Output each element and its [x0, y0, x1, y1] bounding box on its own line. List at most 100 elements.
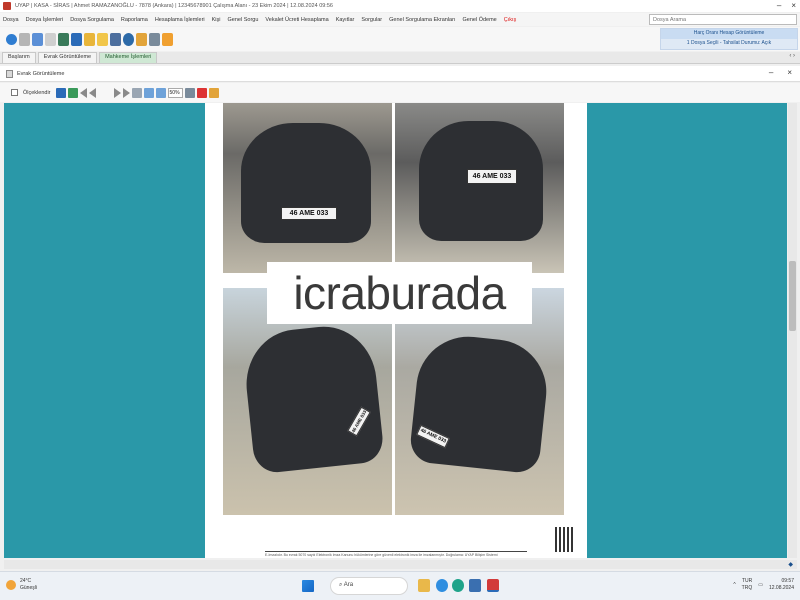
- tab-scroll-arrows[interactable]: ‹ ›: [789, 53, 795, 59]
- footer-divider: [265, 551, 527, 552]
- scroll-right-icon[interactable]: ◆: [788, 561, 793, 568]
- menu-item-genel-sorgu[interactable]: Genel Sorgu: [228, 17, 259, 23]
- fit-width-icon[interactable]: [155, 87, 166, 98]
- tab-evrak-goruntuleme[interactable]: Evrak Görüntüleme: [37, 52, 98, 63]
- menu-item-sorgular[interactable]: Sorgular: [361, 17, 382, 23]
- menu-item-genel-odeme[interactable]: Genel Ödeme: [462, 17, 496, 23]
- refresh-icon[interactable]: [131, 87, 142, 98]
- app-logo-icon: [3, 2, 11, 10]
- file-explorer-icon[interactable]: [418, 579, 430, 592]
- menu-item-vekalet[interactable]: Vekalet Ücreti Hesaplama: [265, 17, 328, 23]
- edit-icon[interactable]: [32, 32, 43, 46]
- info-panel-row-2[interactable]: 1 Dosya Seçili - Tahsilat Durumu: Açık: [661, 39, 797, 49]
- sun-icon: [6, 580, 16, 590]
- vehicle-shape: [408, 331, 552, 475]
- close-document-button[interactable]: ×: [787, 68, 792, 77]
- print-icon[interactable]: [184, 87, 195, 98]
- search-input[interactable]: [649, 14, 797, 25]
- menu-item-kayitlar[interactable]: Kayıtlar: [336, 17, 355, 23]
- minimize-button[interactable]: –: [777, 1, 781, 10]
- window-controls: – ×: [777, 1, 796, 10]
- menu-item-hesaplama[interactable]: Hesaplama İşlemleri: [155, 17, 205, 23]
- document-window-header: Evrak Görüntüleme – ×: [0, 66, 800, 82]
- start-icon[interactable]: [302, 580, 314, 592]
- note-icon[interactable]: [97, 32, 108, 46]
- print-icon[interactable]: [149, 32, 160, 46]
- folder-icon[interactable]: [84, 32, 95, 46]
- tab-mahkeme-islemleri[interactable]: Mahkeme İşlemleri: [99, 52, 158, 63]
- menu-item-cikis[interactable]: Çıkış: [504, 17, 517, 23]
- weather-temperature: 24°C: [20, 578, 32, 584]
- menu-item-dosya-sorgulama[interactable]: Dosya Sorgulama: [70, 17, 114, 23]
- export-icon[interactable]: [162, 32, 173, 46]
- tray-region[interactable]: TRQ: [742, 585, 753, 592]
- taskbar-search[interactable]: ⌕ Ara: [330, 577, 408, 595]
- info-panel: Harç Oranı Hesap Görüntüleme 1 Dosya Seç…: [660, 28, 798, 50]
- document-viewer[interactable]: 46 AME 033 46 AME 033 46 AME 033 46 AME …: [4, 103, 787, 558]
- scale-checkbox-label: Ölçeklendir: [23, 89, 51, 96]
- document-footer-text: E-İmzalıdır. Bu evrak 5070 sayılı Elektr…: [265, 553, 498, 557]
- tabs-bar: Başlarım Evrak Görüntüleme Mahkeme İşlem…: [0, 52, 800, 64]
- menu-item-dosya-islemleri[interactable]: Dosya İşlemleri: [26, 17, 64, 23]
- clock-date[interactable]: 12.08.2024: [769, 585, 794, 592]
- tray-language[interactable]: TUR: [742, 578, 752, 585]
- menu-item-kisi[interactable]: Kişi: [212, 17, 221, 23]
- menu-item-dosya[interactable]: Dosya: [3, 17, 19, 23]
- document-window-title: Evrak Görüntüleme: [17, 70, 65, 77]
- vertical-scrollbar-thumb[interactable]: [789, 261, 796, 331]
- vehicle-shape: [241, 123, 371, 243]
- weather-widget[interactable]: 24°C Güneşli: [6, 578, 37, 592]
- image-icon[interactable]: [136, 32, 147, 46]
- tab-baslarim[interactable]: Başlarım: [2, 52, 36, 63]
- document-window-controls: – ×: [769, 68, 792, 77]
- vehicle-photo-rear: 46 AME 033: [395, 103, 564, 273]
- save-icon[interactable]: [71, 32, 82, 46]
- close-icon[interactable]: [196, 87, 207, 98]
- window-title: UYAP | KASA - SİRAS | Ahmet RAMAZANOĞLU …: [15, 3, 333, 9]
- license-plate: 46 AME 033: [281, 207, 337, 220]
- first-page-icon[interactable]: [79, 87, 87, 98]
- next-page-icon[interactable]: [113, 87, 121, 98]
- cancel-icon[interactable]: [19, 32, 30, 46]
- qr-code: [555, 527, 575, 552]
- scale-checkbox[interactable]: [11, 89, 18, 96]
- tray-arrow-icon[interactable]: ^: [733, 582, 735, 588]
- edge-icon[interactable]: [452, 579, 464, 592]
- weather-description: Güneşli: [20, 585, 37, 591]
- vertical-scrollbar[interactable]: [788, 103, 797, 558]
- menu-item-genel-sorgulama[interactable]: Genel Sorgulama Ekranları: [389, 17, 455, 23]
- zoom-icon[interactable]: [123, 32, 134, 46]
- export-icon[interactable]: [67, 87, 78, 98]
- network-icon[interactable]: ▭: [758, 582, 763, 588]
- save-icon[interactable]: [55, 87, 66, 98]
- browser-icon[interactable]: [436, 579, 448, 592]
- grid-icon[interactable]: [110, 32, 121, 46]
- horizontal-scrollbar[interactable]: ◆: [4, 560, 797, 569]
- help-icon[interactable]: [6, 33, 17, 45]
- fit-page-icon[interactable]: [143, 87, 154, 98]
- store-icon[interactable]: [469, 579, 481, 592]
- document-page: 46 AME 033 46 AME 033 46 AME 033 46 AME …: [205, 103, 587, 558]
- clock-time[interactable]: 09:57: [769, 578, 794, 585]
- close-button[interactable]: ×: [791, 1, 796, 10]
- viewer-toolbar: Ölçeklendir 50%: [0, 83, 800, 102]
- zoom-input[interactable]: 50%: [167, 87, 183, 98]
- restore-button[interactable]: –: [769, 68, 773, 77]
- blank-icon[interactable]: [45, 32, 56, 46]
- previous-page-icon[interactable]: [88, 87, 96, 98]
- info-panel-row-1[interactable]: Harç Oranı Hesap Görüntüleme: [661, 29, 797, 39]
- stamp-icon[interactable]: [208, 87, 219, 98]
- system-tray: ^ TUR TRQ ▭ 09:57 12.08.2024: [733, 578, 794, 592]
- license-plate: 46 AME 033: [467, 169, 517, 184]
- document-icon: [6, 69, 13, 78]
- window-titlebar: UYAP | KASA - SİRAS | Ahmet RAMAZANOĞLU …: [0, 0, 800, 12]
- vehicle-shape: [241, 321, 385, 475]
- watermark-text: icraburada: [267, 262, 532, 324]
- uyap-app-icon[interactable]: [487, 579, 499, 592]
- menu-item-raporlama[interactable]: Raporlama: [121, 17, 148, 23]
- os-taskbar: 24°C Güneşli ⌕ Ara ^ TUR TRQ ▭ 09:57 12.…: [0, 571, 800, 600]
- vehicle-photo-front: 46 AME 033: [223, 103, 392, 273]
- last-page-icon[interactable]: [122, 87, 130, 98]
- taskbar-search-label: Ara: [343, 582, 354, 588]
- document-icon[interactable]: [58, 32, 69, 46]
